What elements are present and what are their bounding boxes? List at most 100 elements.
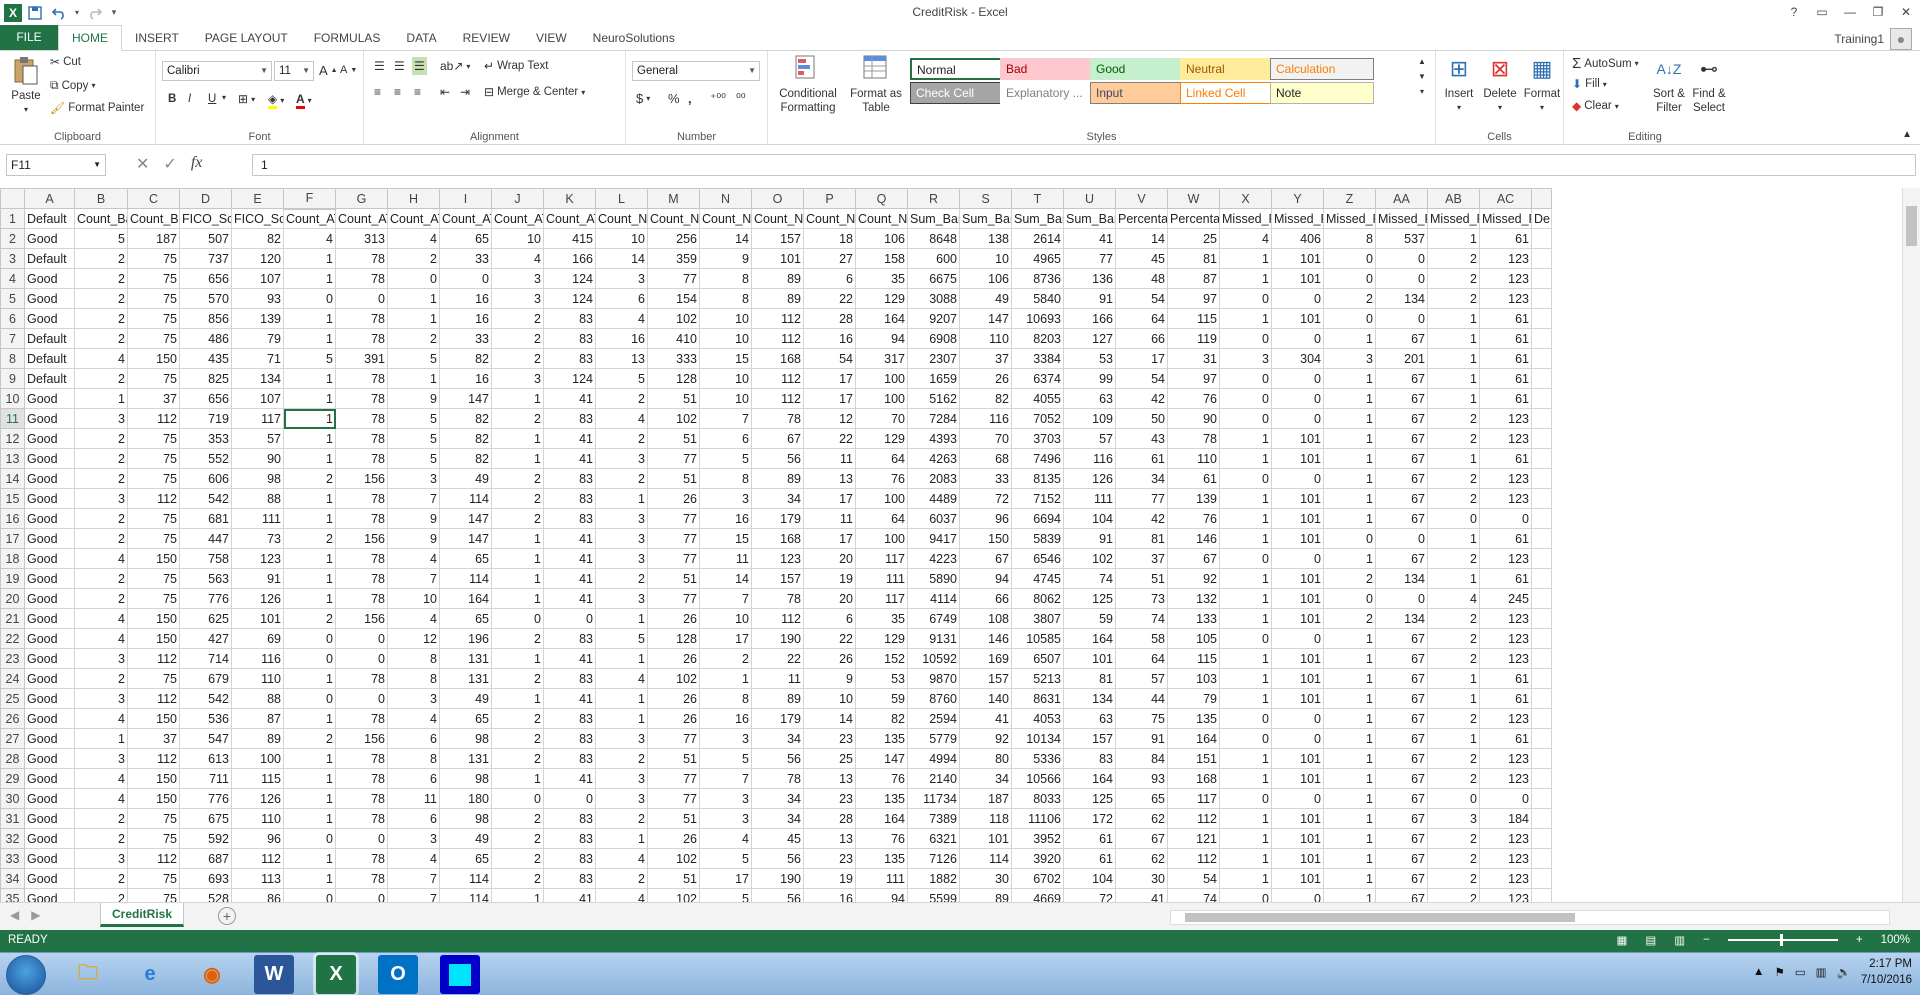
data-cell[interactable]: 150 bbox=[127, 548, 180, 569]
data-cell[interactable]: 10 bbox=[491, 228, 544, 249]
data-cell[interactable]: 34 bbox=[751, 788, 804, 809]
data-cell[interactable]: 41 bbox=[543, 648, 596, 669]
data-cell[interactable]: 34 bbox=[959, 768, 1012, 789]
data-cell[interactable]: 2 bbox=[74, 308, 128, 329]
data-cell[interactable]: 125 bbox=[1063, 588, 1116, 609]
data-cell[interactable] bbox=[1531, 568, 1552, 589]
underline-button[interactable]: U bbox=[208, 93, 216, 105]
data-cell[interactable]: 41 bbox=[1063, 228, 1116, 249]
column-header-p[interactable]: P bbox=[803, 188, 856, 209]
data-cell[interactable]: 33 bbox=[439, 328, 492, 349]
cell-style-note[interactable]: Note bbox=[1270, 82, 1374, 104]
data-cell[interactable]: 101 bbox=[751, 248, 804, 269]
excel-taskbar-icon[interactable]: X bbox=[316, 955, 356, 994]
data-cell[interactable]: 25 bbox=[1167, 228, 1220, 249]
data-cell[interactable]: 1 bbox=[1323, 428, 1376, 449]
data-cell[interactable]: 61 bbox=[1479, 668, 1532, 689]
data-cell[interactable]: 0 bbox=[335, 888, 388, 902]
normal-view-icon[interactable]: ▦ bbox=[1617, 933, 1628, 947]
data-cell[interactable]: 92 bbox=[959, 728, 1012, 749]
currency-button[interactable]: $ ▾ bbox=[636, 91, 650, 106]
data-cell[interactable]: 112 bbox=[127, 748, 180, 769]
data-cell[interactable]: 1 bbox=[491, 588, 544, 609]
column-header-aa[interactable]: AA bbox=[1375, 188, 1428, 209]
data-cell[interactable]: 75 bbox=[127, 368, 180, 389]
data-cell[interactable]: 89 bbox=[751, 268, 804, 289]
maximize-button[interactable]: ❐ bbox=[1864, 0, 1892, 24]
data-cell[interactable]: 507 bbox=[179, 228, 232, 249]
data-cell[interactable]: 11 bbox=[699, 548, 752, 569]
data-cell[interactable]: Good bbox=[24, 648, 75, 669]
data-cell[interactable]: 6 bbox=[387, 768, 440, 789]
data-cell[interactable]: 7496 bbox=[1011, 448, 1064, 469]
data-cell[interactable]: 75 bbox=[127, 248, 180, 269]
data-cell[interactable]: 1 bbox=[1219, 768, 1272, 789]
data-cell[interactable]: 20 bbox=[803, 548, 856, 569]
data-cell[interactable] bbox=[1531, 248, 1552, 269]
data-cell[interactable]: 0 bbox=[1219, 708, 1272, 729]
data-cell[interactable]: 7284 bbox=[907, 408, 960, 429]
data-cell[interactable]: 150 bbox=[127, 348, 180, 369]
column-title-cell[interactable]: Sum_Bank bbox=[1063, 208, 1116, 229]
align-bottom-button[interactable]: ☰ bbox=[412, 57, 427, 75]
data-cell[interactable]: 61 bbox=[1063, 848, 1116, 869]
data-cell[interactable]: 114 bbox=[439, 568, 492, 589]
data-cell[interactable]: 37 bbox=[127, 388, 180, 409]
data-cell[interactable]: 8631 bbox=[1011, 688, 1064, 709]
data-cell[interactable]: 172 bbox=[1063, 808, 1116, 829]
data-cell[interactable]: 100 bbox=[855, 388, 908, 409]
data-cell[interactable]: 139 bbox=[1167, 488, 1220, 509]
data-cell[interactable]: 0 bbox=[1375, 308, 1428, 329]
data-cell[interactable] bbox=[1531, 728, 1552, 749]
data-cell[interactable]: 56 bbox=[751, 888, 804, 902]
data-cell[interactable]: Good bbox=[24, 448, 75, 469]
data-cell[interactable]: 5 bbox=[595, 628, 648, 649]
data-cell[interactable]: 33 bbox=[959, 468, 1012, 489]
data-cell[interactable]: Default bbox=[24, 328, 75, 349]
row-header[interactable]: 3 bbox=[0, 248, 25, 269]
delete-cells-button[interactable]: ⊠ Delete ▾ bbox=[1480, 53, 1520, 115]
data-cell[interactable] bbox=[1531, 528, 1552, 549]
data-cell[interactable]: 17 bbox=[1115, 348, 1168, 369]
row-header[interactable]: 21 bbox=[0, 608, 25, 629]
data-cell[interactable] bbox=[1531, 588, 1552, 609]
data-cell[interactable] bbox=[1531, 288, 1552, 309]
data-cell[interactable]: 2 bbox=[1427, 648, 1480, 669]
data-cell[interactable]: 72 bbox=[1063, 888, 1116, 902]
data-cell[interactable] bbox=[1531, 328, 1552, 349]
data-cell[interactable]: 65 bbox=[439, 708, 492, 729]
data-cell[interactable]: 0 bbox=[335, 828, 388, 849]
help-icon[interactable]: ? bbox=[1780, 0, 1808, 24]
data-cell[interactable]: 4 bbox=[74, 548, 128, 569]
data-cell[interactable]: 164 bbox=[1063, 628, 1116, 649]
battery-icon[interactable]: ▭ bbox=[1795, 965, 1806, 979]
zoom-level[interactable]: 100% bbox=[1881, 934, 1910, 946]
fill-color-button[interactable]: ◈ ▾ bbox=[268, 92, 284, 109]
data-cell[interactable]: 113 bbox=[231, 868, 284, 889]
page-layout-view-icon[interactable]: ▤ bbox=[1645, 933, 1656, 947]
data-cell[interactable]: 75 bbox=[127, 828, 180, 849]
data-cell[interactable]: 3952 bbox=[1011, 828, 1064, 849]
data-cell[interactable]: 45 bbox=[1115, 248, 1168, 269]
data-cell[interactable]: Good bbox=[24, 508, 75, 529]
data-cell[interactable]: 6507 bbox=[1011, 648, 1064, 669]
row-header[interactable]: 29 bbox=[0, 768, 25, 789]
data-cell[interactable]: 168 bbox=[751, 348, 804, 369]
data-cell[interactable]: 101 bbox=[1271, 308, 1324, 329]
data-cell[interactable]: 1 bbox=[1323, 328, 1376, 349]
tab-data[interactable]: DATA bbox=[393, 26, 449, 50]
data-cell[interactable]: 61 bbox=[1063, 828, 1116, 849]
data-cell[interactable]: 67 bbox=[1375, 708, 1428, 729]
data-cell[interactable]: 101 bbox=[1271, 828, 1324, 849]
data-cell[interactable]: 201 bbox=[1375, 348, 1428, 369]
data-cell[interactable]: 4489 bbox=[907, 488, 960, 509]
data-cell[interactable] bbox=[1531, 508, 1552, 529]
data-cell[interactable]: 49 bbox=[439, 688, 492, 709]
data-cell[interactable]: 116 bbox=[231, 648, 284, 669]
data-cell[interactable]: 78 bbox=[335, 588, 388, 609]
column-header-k[interactable]: K bbox=[543, 188, 596, 209]
data-cell[interactable]: 150 bbox=[127, 788, 180, 809]
data-cell[interactable]: 3 bbox=[387, 828, 440, 849]
data-cell[interactable]: 2 bbox=[1427, 708, 1480, 729]
data-cell[interactable]: 111 bbox=[855, 868, 908, 889]
